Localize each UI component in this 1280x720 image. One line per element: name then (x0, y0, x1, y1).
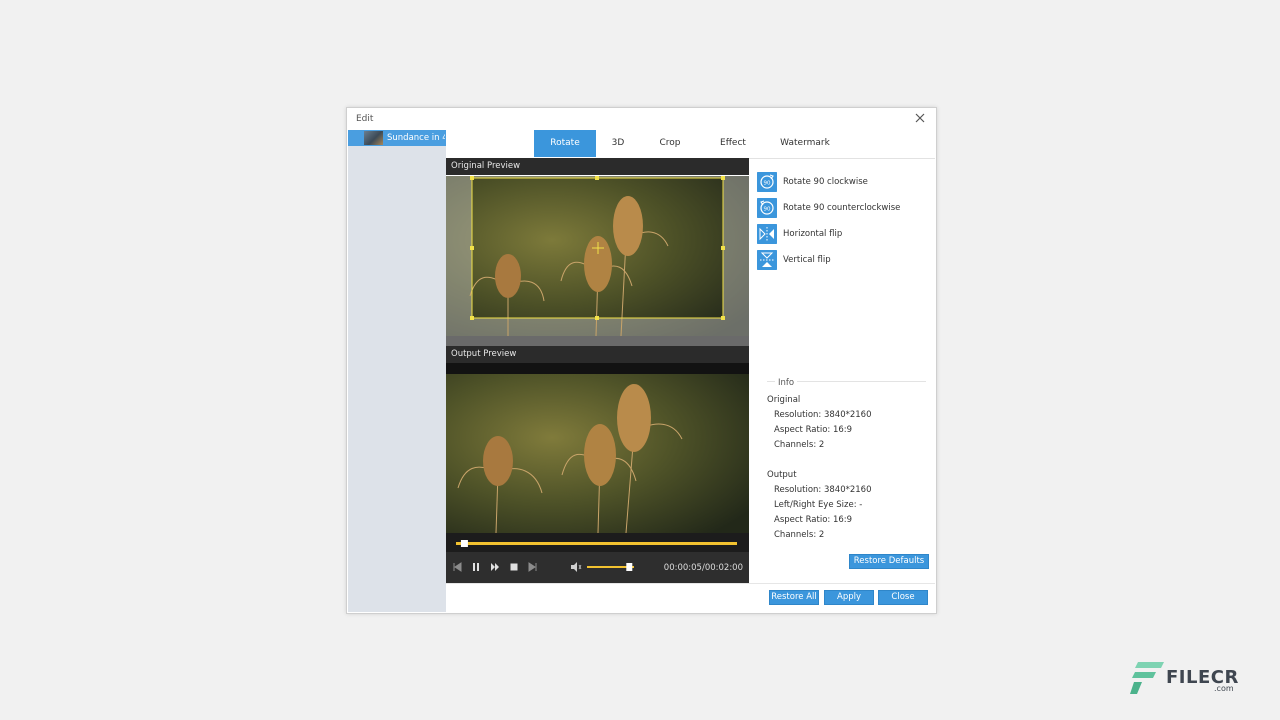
original-preview (446, 176, 749, 346)
info-output-aspect: Aspect Ratio: 16:9 (774, 515, 852, 525)
tab-crop[interactable]: Crop (644, 130, 696, 157)
info-title: Info (775, 378, 797, 388)
svg-text:90: 90 (764, 181, 771, 187)
volume-thumb[interactable] (626, 563, 632, 571)
footer-divider (446, 583, 935, 584)
close-icon[interactable] (913, 111, 927, 125)
vertical-flip-button[interactable]: Vertical flip (757, 250, 927, 270)
edit-dialog: Edit Sundance in 4... Rotate 3D Crop Eff… (346, 107, 937, 614)
playback-bar (446, 536, 749, 583)
rotate-counterclockwise-button[interactable]: 90 Rotate 90 counterclockwise (757, 198, 927, 218)
info-original-heading: Original (767, 395, 800, 405)
volume-icon[interactable] (570, 561, 582, 573)
progress-track[interactable] (456, 542, 737, 545)
info-original-aspect: Aspect Ratio: 16:9 (774, 425, 852, 435)
file-name: Sundance in 4... (387, 133, 445, 143)
stop-icon[interactable] (509, 562, 519, 572)
filecr-logo-icon (1130, 660, 1164, 696)
restore-all-button[interactable]: Restore All (769, 590, 819, 605)
close-button[interactable]: Close (878, 590, 928, 605)
file-sidebar: Sundance in 4... (348, 130, 446, 612)
playback-controls: 00:00:05/00:02:00 (446, 536, 749, 583)
info-output-heading: Output (767, 470, 797, 480)
file-list-item[interactable]: Sundance in 4... (348, 130, 446, 146)
dialog-title: Edit (356, 114, 373, 124)
rotate-clockwise-label: Rotate 90 clockwise (783, 177, 868, 187)
original-preview-header: Original Preview (446, 158, 749, 175)
tab-effect[interactable]: Effect (704, 130, 762, 157)
svg-text:90: 90 (764, 207, 771, 213)
rotate-clockwise-button[interactable]: 90 Rotate 90 clockwise (757, 172, 927, 192)
progress-thumb[interactable] (461, 540, 468, 547)
skip-back-icon[interactable] (452, 562, 462, 572)
horizontal-flip-icon (757, 224, 777, 244)
fast-forward-icon[interactable] (490, 562, 500, 572)
info-output-eye-size: Left/Right Eye Size: - (774, 500, 862, 510)
restore-defaults-button[interactable]: Restore Defaults (849, 554, 929, 569)
filecr-watermark: FILECR .com (1130, 660, 1240, 696)
file-thumbnail (364, 131, 383, 145)
output-preview-header: Output Preview (446, 346, 749, 363)
rotate-counterclockwise-label: Rotate 90 counterclockwise (783, 203, 900, 213)
filecr-domain: .com (1214, 684, 1234, 693)
rotate-cw-icon: 90 (757, 172, 777, 192)
info-original-channels: Channels: 2 (774, 440, 824, 450)
original-preview-image (446, 176, 749, 346)
tab-rotate[interactable]: Rotate (534, 130, 596, 157)
playback-time: 00:00:05/00:02:00 (664, 563, 743, 573)
tab-watermark[interactable]: Watermark (768, 130, 842, 157)
pause-icon[interactable] (471, 562, 481, 572)
vertical-flip-label: Vertical flip (783, 255, 831, 265)
info-output-resolution: Resolution: 3840*2160 (774, 485, 872, 495)
title-bar: Edit (347, 108, 936, 130)
horizontal-flip-button[interactable]: Horizontal flip (757, 224, 927, 244)
info-output-channels: Channels: 2 (774, 530, 824, 540)
info-original-resolution: Resolution: 3840*2160 (774, 410, 872, 420)
output-preview-image (446, 363, 749, 533)
rotate-ccw-icon: 90 (757, 198, 777, 218)
tab-3d[interactable]: 3D (596, 130, 640, 157)
vertical-flip-icon (757, 250, 777, 270)
edit-tabs: Rotate 3D Crop Effect Watermark (446, 130, 935, 159)
skip-forward-icon[interactable] (528, 562, 538, 572)
horizontal-flip-label: Horizontal flip (783, 229, 842, 239)
apply-button[interactable]: Apply (824, 590, 874, 605)
